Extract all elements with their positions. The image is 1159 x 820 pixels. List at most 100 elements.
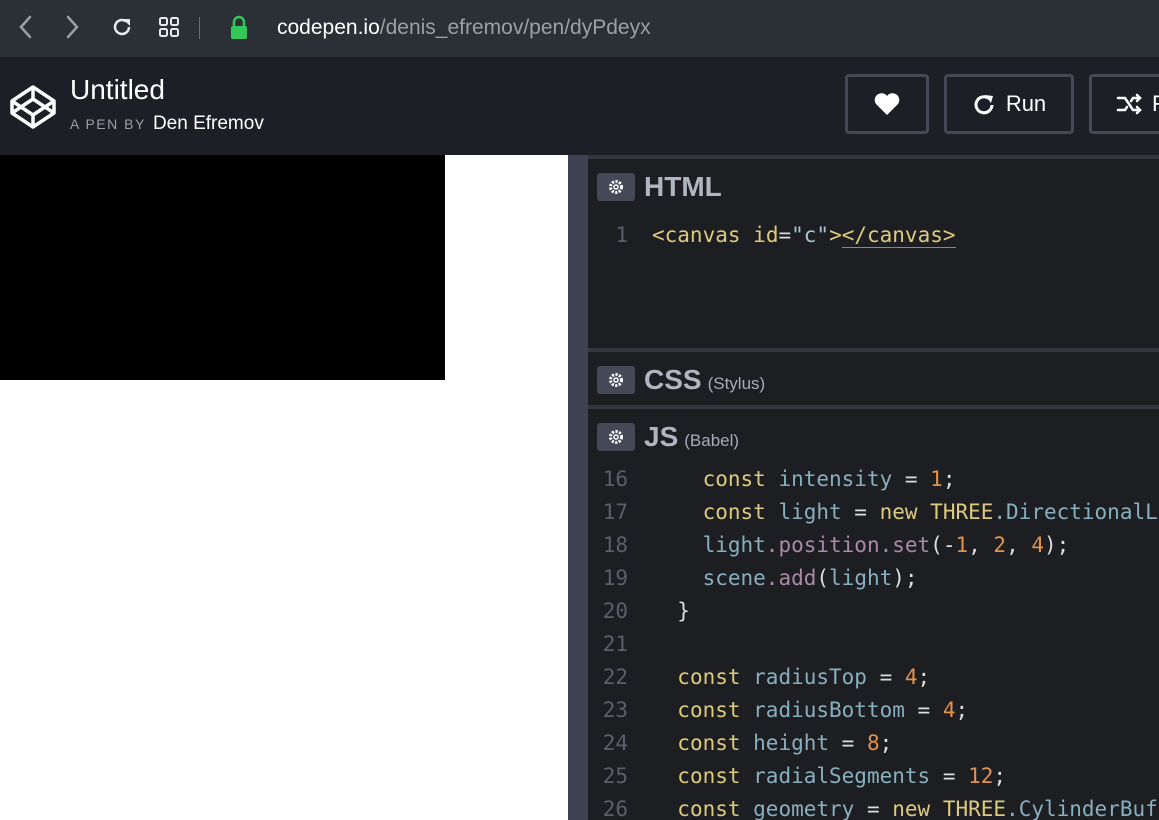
code-token: radiusTop [740, 665, 867, 689]
code-token: </canvas> [841, 223, 956, 248]
line-number: 21 [602, 632, 628, 656]
code-token: new [892, 797, 931, 820]
fork-label: F [1152, 91, 1159, 116]
html-settings-button[interactable] [597, 173, 635, 201]
code-token: .set [879, 533, 931, 557]
heart-icon [874, 93, 900, 115]
code-token: .CylinderBuff [1006, 797, 1159, 820]
code-token: id [753, 223, 779, 247]
run-label: Run [1005, 91, 1047, 116]
code-token: 8 [866, 731, 880, 755]
line-number: 26 [602, 797, 628, 820]
forward-button[interactable] [56, 11, 88, 43]
chevron-right-icon [66, 15, 79, 39]
code-token: ); [892, 566, 918, 590]
code-token: = [854, 797, 893, 820]
browser-bar: codepen.io/denis_efremov/pen/dyPdeyx [0, 0, 1159, 57]
code-line: 25 const radialSegments = 12; [588, 760, 1006, 793]
code-token: light [702, 533, 766, 557]
line-number: 20 [602, 599, 628, 623]
reload-button[interactable] [106, 11, 138, 43]
code-token: 4 [942, 698, 956, 722]
code-token: THREE [930, 797, 1007, 820]
code-line: 19 scene.add(light); [588, 562, 918, 595]
js-settings-button[interactable] [597, 423, 635, 451]
code-token: const [677, 698, 741, 722]
code-token: const [702, 467, 766, 491]
css-settings-button[interactable] [597, 366, 635, 394]
pen-header: Untitled A PEN BY Den Efremov Run F [0, 57, 1159, 155]
js-title: JS [644, 421, 679, 452]
code-token: ; [955, 698, 969, 722]
author-link[interactable]: Den Efremov [153, 113, 264, 134]
run-button[interactable]: Run [944, 74, 1074, 134]
code-token: THREE [917, 500, 994, 524]
code-token: radiusBottom [740, 698, 905, 722]
fork-icon [1116, 93, 1142, 115]
toolbar-separator [199, 17, 200, 39]
back-button[interactable] [10, 11, 42, 43]
pen-title[interactable]: Untitled [70, 74, 165, 106]
canvas-output[interactable] [0, 155, 445, 380]
code-token: intensity [765, 467, 893, 491]
code-line: 17 const light = new THREE.DirectionalLi [588, 496, 1159, 529]
html-code-area[interactable]: 1 <canvas id="c"></canvas> [588, 207, 1159, 348]
code-token: height [740, 731, 830, 755]
line-number: 22 [602, 665, 628, 689]
js-code-area[interactable]: 16 const intensity = 1; 17 const light = … [588, 457, 1159, 820]
js-preprocessor: (Babel) [684, 431, 740, 450]
js-editor-header: JS (Babel) [588, 405, 1159, 457]
code-token: "c" [791, 223, 830, 247]
url-domain: codepen.io [277, 16, 380, 39]
line-number: 23 [602, 698, 628, 722]
html-editor-header: HTML [588, 155, 1159, 207]
code-token: 2 [993, 533, 1007, 557]
html-title: HTML [644, 171, 722, 202]
code-token: > [829, 223, 842, 247]
codepen-logo-icon[interactable] [9, 84, 57, 135]
lock-icon[interactable] [229, 15, 249, 46]
code-token: scene [702, 566, 766, 590]
code-token: const [677, 797, 741, 820]
code-token: .add [765, 566, 817, 590]
gear-icon [609, 373, 623, 387]
tabs-button[interactable] [153, 11, 185, 43]
code-token: = [892, 467, 931, 491]
fork-button[interactable]: F [1089, 74, 1159, 134]
result-preview[interactable] [0, 155, 568, 820]
code-token: radialSegments [740, 764, 931, 788]
like-button[interactable] [845, 74, 929, 134]
gear-icon [609, 430, 623, 444]
address-bar[interactable]: codepen.io/denis_efremov/pen/dyPdeyx [277, 16, 651, 40]
code-token: = [778, 223, 792, 247]
code-token: = [866, 665, 905, 689]
code-token: geometry [740, 797, 855, 820]
code-token: light [765, 500, 842, 524]
code-line: 21 [588, 628, 652, 661]
code-line: 20 } [588, 595, 690, 628]
editor-panels: HTML 1 <canvas id="c"></canvas> CSS (Stylu… [588, 155, 1159, 820]
line-number: 18 [602, 533, 628, 557]
pane-resizer[interactable] [568, 155, 588, 820]
code-token: = [904, 698, 943, 722]
css-editor-header[interactable]: CSS (Stylus) [588, 348, 1159, 400]
run-icon [974, 95, 994, 115]
line-number: 17 [602, 500, 628, 524]
code-line: 16 const intensity = 1; [588, 463, 956, 496]
code-token: 4 [1031, 533, 1045, 557]
line-number: 25 [602, 764, 628, 788]
js-editor-title: JS (Babel) [644, 421, 739, 453]
code-token: const [677, 764, 741, 788]
code-line: 26 const geometry = new THREE.CylinderBu… [588, 793, 1159, 820]
code-line: 22 const radiusTop = 4; [588, 661, 931, 694]
code-token: .DirectionalLi [993, 500, 1159, 524]
